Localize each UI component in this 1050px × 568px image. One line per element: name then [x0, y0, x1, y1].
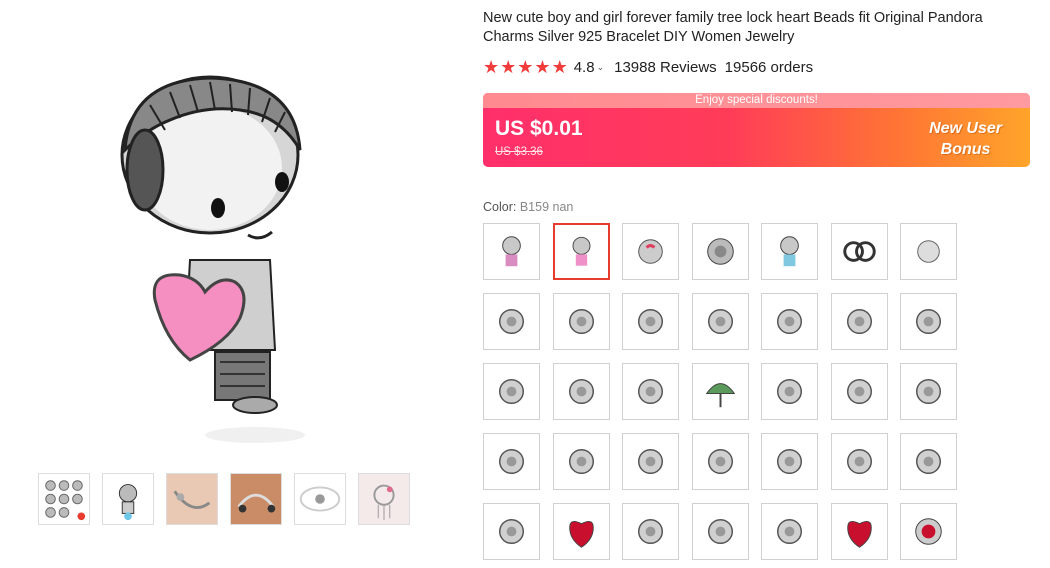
color-swatch[interactable] [761, 293, 818, 350]
color-swatch[interactable] [900, 503, 957, 560]
original-price: US $3.36 [495, 146, 543, 158]
color-swatch[interactable] [622, 503, 679, 560]
color-swatch[interactable] [483, 363, 540, 420]
color-swatch[interactable] [553, 363, 610, 420]
color-swatch[interactable] [553, 503, 610, 560]
thumbnail-3[interactable] [166, 473, 218, 525]
color-swatch[interactable] [692, 433, 749, 490]
rating-score[interactable]: 4.8 [574, 59, 595, 76]
main-product-image[interactable] [110, 60, 350, 460]
color-swatch[interactable] [692, 363, 749, 420]
color-label: Color: B159 nan [483, 200, 573, 214]
bonus-line-2: Bonus [940, 141, 991, 158]
color-swatch[interactable] [483, 503, 540, 560]
orders-count: 19566 orders [724, 58, 814, 76]
color-label-text: Color: [483, 200, 517, 214]
color-swatch[interactable] [761, 503, 818, 560]
color-selected-value: B159 nan [519, 200, 574, 214]
color-swatch[interactable] [831, 223, 888, 280]
color-swatch[interactable] [831, 433, 888, 490]
current-price: US $0.01 [495, 117, 583, 140]
color-swatch[interactable] [761, 363, 818, 420]
rating-stars[interactable]: ★ ★ ★ ★ ★ [483, 58, 568, 76]
star-icon: ★ [517, 57, 534, 77]
color-swatch[interactable] [900, 293, 957, 350]
bonus-line-1: New User [929, 120, 1002, 137]
product-gallery [0, 0, 470, 568]
banner-top-text: Enjoy special discounts! [483, 93, 1030, 108]
color-swatch[interactable] [831, 363, 888, 420]
color-swatch[interactable] [761, 223, 818, 280]
color-swatch[interactable] [692, 293, 749, 350]
thumbnail-strip [38, 473, 410, 525]
thumbnail-2[interactable] [102, 473, 154, 525]
color-swatch[interactable] [900, 223, 957, 280]
star-icon: ★ [483, 57, 500, 77]
thumbnail-1[interactable] [38, 473, 90, 525]
thumbnail-4[interactable] [230, 473, 282, 525]
star-icon: ★ [500, 57, 517, 77]
color-swatch[interactable] [622, 223, 679, 280]
color-swatch[interactable] [553, 223, 610, 280]
thumbnail-5[interactable] [294, 473, 346, 525]
color-swatch[interactable] [761, 433, 818, 490]
color-swatch[interactable] [553, 293, 610, 350]
color-swatch[interactable] [622, 433, 679, 490]
color-swatch[interactable] [692, 223, 749, 280]
rating-row: ★ ★ ★ ★ ★ 4.8 ⌄ 13988 Reviews 19566 orde… [483, 58, 813, 76]
color-swatch[interactable] [483, 433, 540, 490]
color-swatch[interactable] [831, 503, 888, 560]
color-swatch[interactable] [692, 503, 749, 560]
color-swatch[interactable] [483, 223, 540, 280]
color-swatch[interactable] [553, 433, 610, 490]
color-swatch[interactable] [483, 293, 540, 350]
reviews-count[interactable]: 13988 Reviews [614, 59, 717, 76]
color-swatch[interactable] [831, 293, 888, 350]
star-icon: ★ [551, 57, 568, 77]
thumbnail-6[interactable] [358, 473, 410, 525]
color-swatch[interactable] [622, 293, 679, 350]
star-icon: ★ [534, 57, 551, 77]
new-user-bonus-badge[interactable]: New User Bonus [929, 118, 1002, 160]
color-swatch[interactable] [622, 363, 679, 420]
color-swatch[interactable] [900, 433, 957, 490]
product-title: New cute boy and girl forever family tre… [483, 10, 983, 45]
discount-banner: Enjoy special discounts! US $0.01 US $3.… [483, 93, 1030, 167]
chevron-down-icon[interactable]: ⌄ [597, 62, 605, 73]
color-swatch[interactable] [900, 363, 957, 420]
